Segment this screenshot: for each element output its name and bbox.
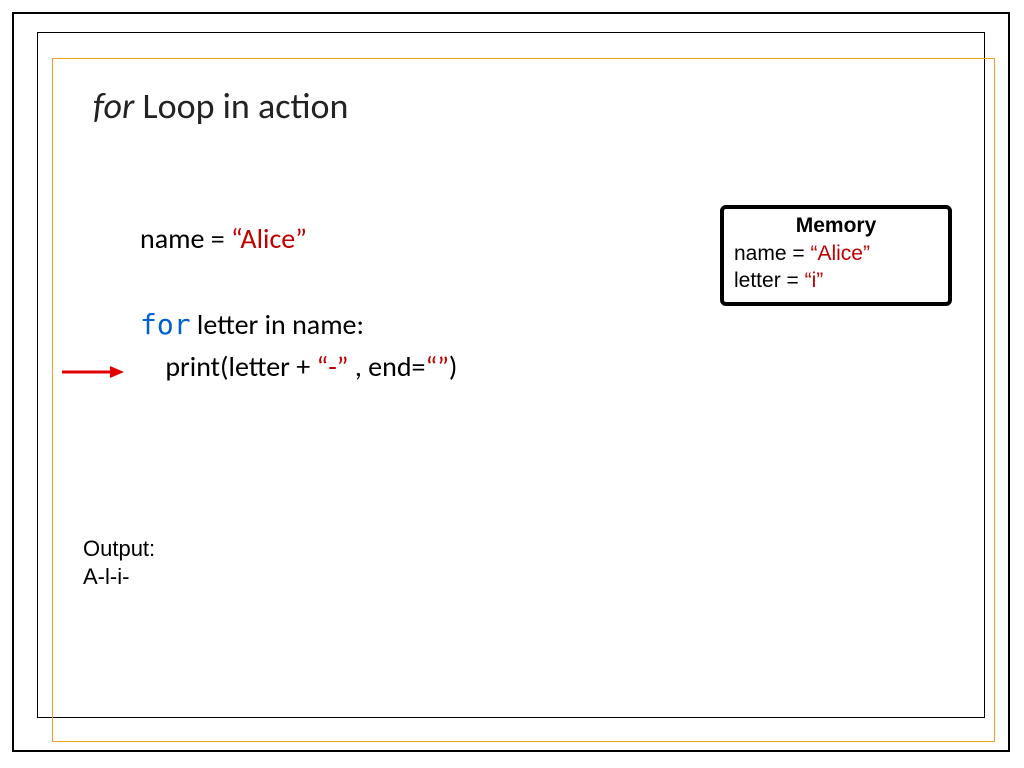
output-value: A-l-i- xyxy=(83,563,155,591)
code-text: ) xyxy=(449,349,458,384)
output-label: Output: xyxy=(83,535,155,563)
code-block: name = “Alice” for letter in name: print… xyxy=(140,218,457,388)
code-string: “” xyxy=(425,349,448,384)
code-line-1: name = “Alice” xyxy=(140,218,457,260)
memory-row: letter = “i” xyxy=(734,268,938,294)
code-line-3: print(letter + “-” , end=“”) xyxy=(140,346,457,388)
code-text: letter in name: xyxy=(191,307,364,342)
code-keyword: for xyxy=(140,308,191,341)
code-string: “Alice” xyxy=(231,221,307,256)
execution-arrow-icon xyxy=(62,364,124,380)
code-text: name = xyxy=(140,221,231,256)
title-rest: Loop in action xyxy=(134,84,348,128)
code-text: , end= xyxy=(349,349,426,384)
memory-panel: Memory name = “Alice” letter = “i” xyxy=(720,205,952,306)
slide-title: for Loop in action xyxy=(93,84,348,128)
memory-row: name = “Alice” xyxy=(734,241,938,267)
code-string: “-” xyxy=(317,349,349,384)
title-keyword: for xyxy=(93,84,134,128)
memory-title: Memory xyxy=(734,213,938,239)
code-text: print(letter + xyxy=(140,349,317,384)
code-line-2: for letter in name: xyxy=(140,304,457,346)
memory-var: letter = xyxy=(734,269,805,292)
inner-orange-frame xyxy=(52,58,995,742)
memory-value: “i” xyxy=(805,269,824,292)
output-block: Output: A-l-i- xyxy=(83,535,155,590)
memory-value: “Alice” xyxy=(810,242,870,265)
memory-var: name = xyxy=(734,242,810,265)
